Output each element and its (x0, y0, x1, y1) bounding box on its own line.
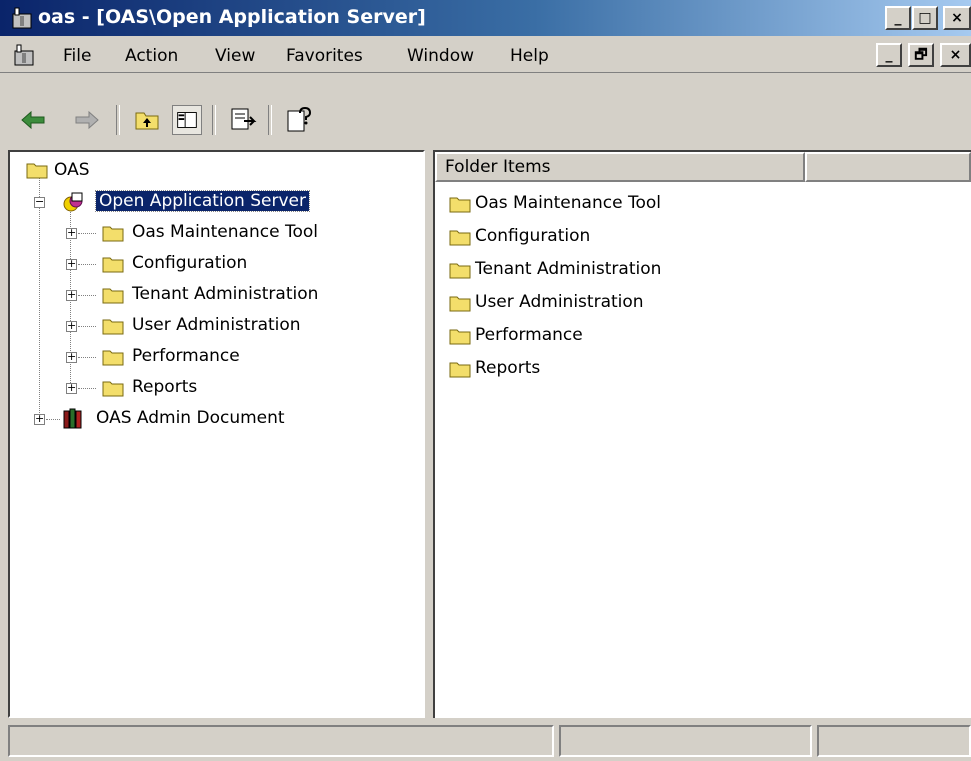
collapse-icon[interactable]: − (34, 196, 45, 208)
list-item-reports[interactable]: Reports (445, 355, 945, 383)
child-close-button[interactable]: × (940, 43, 971, 67)
tree-node-open-application-server[interactable]: − Open Application Server (22, 189, 412, 213)
menu-help[interactable]: Help (510, 46, 549, 66)
result-pane[interactable]: Folder Items Oas Maintenance Tool Config… (433, 150, 971, 718)
folder-icon (102, 288, 124, 304)
tree-node-performance[interactable]: + Performance (22, 344, 412, 368)
console-document-icon[interactable] (12, 43, 36, 67)
menu-action[interactable]: Action (125, 46, 178, 66)
list-item-label: Reports (475, 358, 541, 378)
list-item-tenant-administration[interactable]: Tenant Administration (445, 256, 945, 284)
toolbar-separator (116, 105, 120, 135)
column-header-folder-items[interactable]: Folder Items (435, 152, 805, 182)
status-bar (0, 722, 971, 761)
list-item-label: Oas Maintenance Tool (475, 193, 661, 213)
tree-node-label: OAS (54, 160, 90, 180)
list-item-configuration[interactable]: Configuration (445, 223, 945, 251)
expand-icon[interactable]: + (66, 351, 77, 363)
menu-bar: File Action View Favorites Window Help _… (0, 38, 971, 73)
tree-node-user-administration[interactable]: + User Administration (22, 313, 412, 337)
child-restore-button[interactable]: 🗗 (908, 43, 934, 67)
status-panel-main (8, 725, 554, 757)
list-item-label: User Administration (475, 292, 644, 312)
folder-icon (449, 230, 471, 246)
list-item-label: Configuration (475, 226, 591, 246)
folder-icon (26, 163, 48, 179)
expand-icon[interactable]: + (66, 289, 77, 301)
list-item-label: Tenant Administration (475, 259, 662, 279)
status-panel-middle (559, 725, 812, 757)
title-bar[interactable]: oas - [OAS\Open Application Server] _ □ … (0, 0, 971, 36)
folder-icon (449, 329, 471, 345)
list-item-oas-maintenance-tool[interactable]: Oas Maintenance Tool (445, 190, 945, 218)
menu-favorites[interactable]: Favorites (286, 46, 363, 66)
tree-node-oas[interactable]: OAS (22, 158, 402, 182)
help-icon[interactable] (284, 105, 314, 135)
folder-icon (102, 350, 124, 366)
forward-icon[interactable] (72, 105, 102, 135)
list-item-performance[interactable]: Performance (445, 322, 945, 350)
menu-view[interactable]: View (215, 46, 255, 66)
toolbar-separator (268, 105, 272, 135)
expand-icon[interactable]: + (66, 382, 77, 394)
tree-node-reports[interactable]: + Reports (22, 375, 412, 399)
tree-node-label: Configuration (132, 253, 248, 273)
tree-connector (78, 326, 96, 327)
tree-connector (78, 388, 96, 389)
tree-node-label: Oas Maintenance Tool (132, 222, 318, 242)
tree-node-label: Performance (132, 346, 240, 366)
folder-icon (102, 226, 124, 242)
tree-node-label: User Administration (132, 315, 301, 335)
toolbar (0, 73, 971, 145)
up-folder-icon[interactable] (132, 105, 162, 135)
export-list-icon[interactable] (228, 105, 258, 135)
folder-icon (449, 197, 471, 213)
folder-icon (102, 319, 124, 335)
tree-node-label: OAS Admin Document (96, 408, 285, 428)
show-hide-tree-icon[interactable] (172, 105, 202, 135)
folder-icon (449, 296, 471, 312)
tree-connector (78, 295, 96, 296)
minimize-button[interactable]: _ (885, 6, 911, 30)
server-icon (63, 192, 83, 212)
folder-icon (102, 257, 124, 273)
tree-node-configuration[interactable]: + Configuration (22, 251, 412, 275)
close-button[interactable]: × (943, 6, 971, 30)
expand-icon[interactable]: + (66, 258, 77, 270)
menu-file[interactable]: File (63, 46, 91, 66)
folder-icon (449, 263, 471, 279)
expand-icon[interactable]: + (34, 413, 45, 425)
tree-connector (78, 357, 96, 358)
expand-icon[interactable]: + (66, 227, 77, 239)
list-item-label: Performance (475, 325, 583, 345)
books-icon (63, 408, 82, 429)
tree-node-label: Reports (132, 377, 198, 397)
window-title: oas - [OAS\Open Application Server] (38, 6, 426, 28)
tree-connector (78, 233, 96, 234)
console-tree[interactable]: OAS − Open Application Server + Oas Main… (8, 150, 425, 718)
mmc-app-icon (12, 7, 32, 29)
maximize-button[interactable]: □ (912, 6, 938, 30)
tree-node-label: Tenant Administration (132, 284, 319, 304)
column-header-empty[interactable] (805, 152, 971, 182)
list-item-user-administration[interactable]: User Administration (445, 289, 945, 317)
folder-icon (102, 381, 124, 397)
tree-node-oas-maintenance-tool[interactable]: + Oas Maintenance Tool (22, 220, 412, 244)
toolbar-separator (212, 105, 216, 135)
tree-node-tenant-administration[interactable]: + Tenant Administration (22, 282, 412, 306)
tree-node-label: Open Application Server (95, 190, 310, 212)
menu-window[interactable]: Window (407, 46, 474, 66)
child-minimize-button[interactable]: _ (876, 43, 902, 67)
tree-connector (46, 419, 60, 420)
back-icon[interactable] (18, 105, 48, 135)
status-panel-right (817, 725, 971, 757)
expand-icon[interactable]: + (66, 320, 77, 332)
tree-node-oas-admin-document[interactable]: + OAS Admin Document (22, 406, 412, 430)
folder-icon (449, 362, 471, 378)
tree-connector (78, 264, 96, 265)
